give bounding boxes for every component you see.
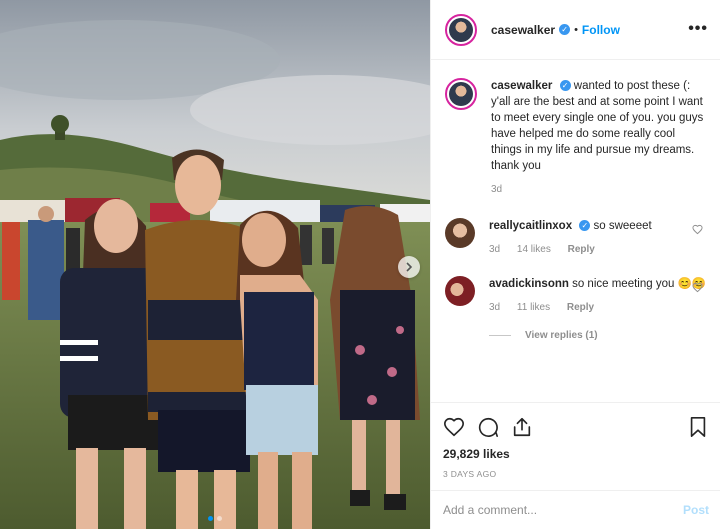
- commenter-avatar[interactable]: [445, 276, 475, 306]
- comment-age: 3d: [489, 244, 501, 255]
- heart-icon[interactable]: [443, 416, 465, 438]
- post-comment-button[interactable]: Post: [683, 503, 709, 517]
- carousel-dot: [208, 516, 213, 521]
- like-comment-heart-icon[interactable]: [692, 224, 703, 235]
- comment-likes[interactable]: 11 likes: [517, 302, 550, 313]
- comment-text: so nice meeting you 😊😊: [572, 278, 707, 290]
- comment-text: so sweeeet: [593, 220, 652, 232]
- author-avatar[interactable]: [445, 13, 477, 46]
- comments-list[interactable]: casewalker ✓ wanted to post these (: y'a…: [431, 60, 720, 400]
- caption-age: 3d: [491, 184, 503, 195]
- commenter-avatar[interactable]: [445, 218, 475, 248]
- comment-item: avadickinsonn so nice meeting you 😊😊 3d …: [445, 276, 707, 316]
- verified-badge-icon: ✓: [559, 80, 571, 92]
- post-photo[interactable]: [0, 0, 430, 529]
- post-actions: 29,829 likes 3 DAYS AGO: [431, 402, 720, 479]
- author-username[interactable]: casewalker: [491, 23, 555, 37]
- add-comment-input[interactable]: [443, 503, 683, 517]
- caption: casewalker ✓ wanted to post these (: y'a…: [445, 78, 707, 198]
- reply-button[interactable]: Reply: [567, 302, 594, 313]
- post-side-panel: casewalker ✓ • Follow ••• casewalker ✓ w…: [430, 0, 720, 529]
- carousel-indicator: [0, 516, 430, 521]
- photo-scene: [0, 0, 430, 529]
- verified-badge-icon: ✓: [559, 24, 571, 35]
- reply-button[interactable]: Reply: [568, 244, 595, 255]
- comment-username[interactable]: avadickinsonn: [489, 278, 569, 290]
- view-replies-line: [489, 335, 511, 336]
- view-replies-button[interactable]: View replies (1): [489, 330, 707, 341]
- caption-text: wanted to post these (: y'all are the be…: [491, 80, 704, 172]
- caption-username[interactable]: casewalker: [491, 80, 552, 92]
- comment-age: 3d: [489, 302, 501, 313]
- follow-button[interactable]: Follow: [582, 23, 620, 37]
- next-photo-button[interactable]: [398, 256, 420, 278]
- likes-count[interactable]: 29,829 likes: [443, 447, 709, 461]
- carousel-dot: [217, 516, 222, 521]
- comment-likes[interactable]: 14 likes: [517, 244, 551, 255]
- view-replies-label: View replies (1): [525, 330, 598, 341]
- chevron-right-icon: [406, 262, 413, 272]
- post-date: 3 DAYS AGO: [443, 469, 497, 479]
- comment-item: reallycaitlinxox ✓ so sweeeet 3d 14 like…: [445, 218, 707, 258]
- share-icon[interactable]: [511, 416, 533, 438]
- bookmark-icon[interactable]: [687, 416, 709, 438]
- add-comment-bar: Post: [431, 490, 720, 529]
- more-options-icon[interactable]: •••: [688, 20, 708, 38]
- instagram-post: casewalker ✓ • Follow ••• casewalker ✓ w…: [0, 0, 720, 529]
- caption-avatar[interactable]: [445, 78, 477, 110]
- post-header: casewalker ✓ • Follow •••: [431, 0, 720, 60]
- comment-username[interactable]: reallycaitlinxox: [489, 220, 572, 232]
- like-comment-heart-icon[interactable]: [692, 282, 703, 293]
- header-separator: •: [574, 23, 578, 36]
- comment-icon[interactable]: [477, 416, 499, 438]
- verified-badge-icon: ✓: [579, 220, 591, 232]
